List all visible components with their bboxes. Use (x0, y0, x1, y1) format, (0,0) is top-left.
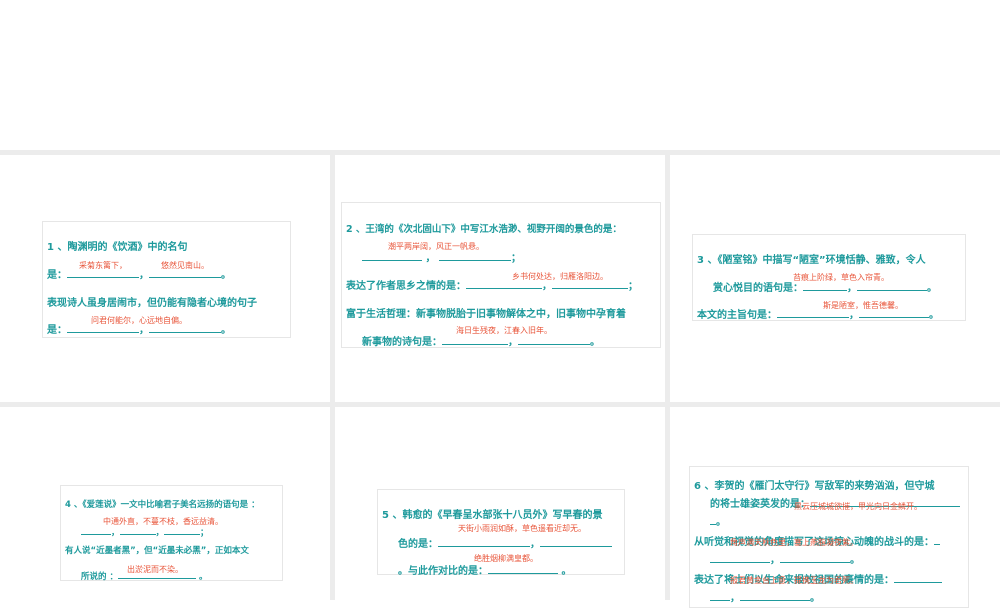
blank[interactable] (540, 536, 612, 547)
divider (0, 402, 1000, 407)
blank[interactable] (710, 552, 770, 563)
question-text: 有人说“近墨者黑”，但“近墨未必黑”，正如本文 (65, 546, 249, 556)
blank[interactable] (362, 250, 422, 261)
answer: 斯是陋室，惟吾德馨。 (823, 301, 903, 310)
question-card-6: 6 、李贺的《雁门太守行》写敌军的来势汹汹，但守城 的将士雄姿英发的是： 黑云压… (689, 466, 969, 608)
blank[interactable] (710, 590, 730, 601)
question-text: 1 、陶渊明的《饮酒》中的名句 (47, 242, 188, 253)
divider (0, 150, 1000, 155)
question-text: 表现诗人虽身居闹市，但仍能有隐者心境的句子 (47, 298, 257, 309)
blank[interactable] (164, 524, 201, 535)
question-card-2: 2 、王湾的《次北固山下》中写江水浩渺、视野开阔的景色的是： 潮平两岸阔，风正一… (341, 202, 661, 348)
answer: 问君何能尔，心远地自偏。 (91, 316, 187, 325)
answer: 采菊东篱下， (79, 261, 127, 270)
question-card-4: 4 、《爱莲说》一文中比喻君子美名远扬的语句是 ： 中通外直，不蔓不枝，香远益清… (60, 485, 283, 582)
blank[interactable] (438, 536, 530, 547)
answer: 出淤泥而不染。 (127, 565, 183, 574)
answer: 乡书何处达，归雁洛阳边。 (512, 272, 608, 281)
divider (330, 150, 335, 600)
answer: 黑云压城城欲摧，甲光向日金鳞开。 (794, 502, 922, 511)
question-text: 6 、李贺的《雁门太守行》写敌军的来势汹汹，但守城 (694, 481, 935, 492)
blank[interactable] (780, 552, 850, 563)
blank[interactable] (934, 534, 940, 545)
label: 是： (47, 270, 67, 281)
answer: 角声满天秋色里，塞上燕脂凝夜紫。 (730, 538, 858, 547)
question-text: 2 、王湾的《次北固山下》中写江水浩渺、视野开阔的景色的是： (346, 224, 622, 235)
question-text: 4 、《爱莲说》一文中比喻君子美名远扬的语句是 ： (65, 500, 260, 510)
answer: 悠然见南山。 (161, 261, 209, 270)
question-card-3: 3 、《陋室铭》中描写“陋室”环境恬静、雅致，令人 赏心悦目的语句是：，。 苔痕… (692, 234, 966, 321)
blank[interactable] (438, 250, 511, 261)
blank[interactable] (894, 572, 942, 583)
question-card-5: 5 、韩愈的《早春呈水部张十八员外》写早春的景 天街小雨润如酥，草色遥看近却无。… (377, 489, 625, 577)
blank[interactable] (119, 524, 156, 535)
question-text: 3 、《陋室铭》中描写“陋室”环境恬静、雅致，令人 (697, 255, 926, 266)
question-text: 5 、韩愈的《早春呈水部张十八员外》写早春的景 (382, 510, 603, 521)
blank[interactable] (81, 524, 111, 535)
question-card-1: 1 、陶渊明的《饮酒》中的名句 是：，。 采菊东篱下， 悠然见南山。 表现诗人虽… (42, 221, 291, 338)
answer: 报君黄金台上意，提携玉龙为君死。 (730, 576, 858, 585)
answer: 天街小雨润如酥，草色遥看近却无。 (458, 524, 586, 533)
question-text: 富于生活哲理：新事物脱胎于旧事物解体之中，旧事物中孕育着 (346, 309, 626, 320)
divider (665, 150, 670, 600)
answer: 苔痕上阶绿，草色入帘青。 (793, 273, 889, 282)
answer: 海日生残夜，江春入旧年。 (456, 326, 552, 335)
blank[interactable] (740, 590, 810, 601)
blank[interactable] (488, 563, 558, 574)
